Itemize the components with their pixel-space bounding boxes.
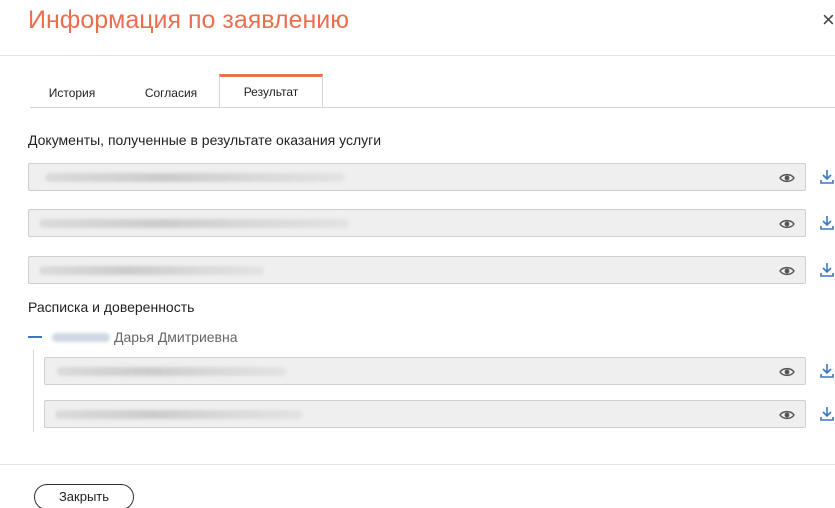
tree-connector (33, 350, 34, 432)
download-icon[interactable] (820, 262, 834, 278)
eye-icon[interactable] (779, 170, 795, 186)
receipt-section-title: Расписка и доверенность (28, 299, 195, 315)
download-icon[interactable] (820, 363, 834, 379)
document-field[interactable] (28, 209, 806, 237)
eye-icon[interactable] (779, 364, 795, 380)
person-surname-redacted (52, 332, 110, 342)
download-icon[interactable] (820, 169, 834, 185)
collapse-icon[interactable] (28, 336, 42, 338)
close-button[interactable]: Закрыть (34, 484, 134, 508)
document-name-redacted (39, 219, 349, 228)
dialog-title: Информация по заявлению (28, 6, 350, 34)
person-document-field[interactable] (44, 400, 806, 428)
eye-icon[interactable] (779, 216, 795, 232)
document-name-redacted (39, 266, 264, 275)
person-name: Дарья Дмитриевна (114, 329, 238, 345)
tab-history[interactable]: История (32, 78, 112, 107)
person-node[interactable]: Дарья Дмитриевна (28, 327, 238, 347)
download-icon[interactable] (820, 406, 834, 422)
document-name-redacted (45, 173, 345, 182)
tab-consents[interactable]: Согласия (124, 78, 218, 107)
close-icon[interactable]: × (822, 8, 835, 32)
tab-result[interactable]: Результат (219, 74, 323, 108)
application-info-dialog: Информация по заявлению × История Соглас… (0, 0, 835, 508)
eye-icon[interactable] (779, 407, 795, 423)
person-document-field[interactable] (44, 357, 806, 385)
eye-icon[interactable] (779, 263, 795, 279)
document-field[interactable] (28, 163, 806, 191)
document-name-redacted (55, 410, 303, 419)
document-name-redacted (57, 367, 287, 376)
download-icon[interactable] (820, 215, 834, 231)
document-field[interactable] (28, 256, 806, 284)
tabs-divider (30, 107, 835, 108)
documents-section-title: Документы, полученные в результате оказа… (28, 132, 382, 148)
header-divider (0, 55, 835, 56)
footer-divider (0, 464, 835, 465)
